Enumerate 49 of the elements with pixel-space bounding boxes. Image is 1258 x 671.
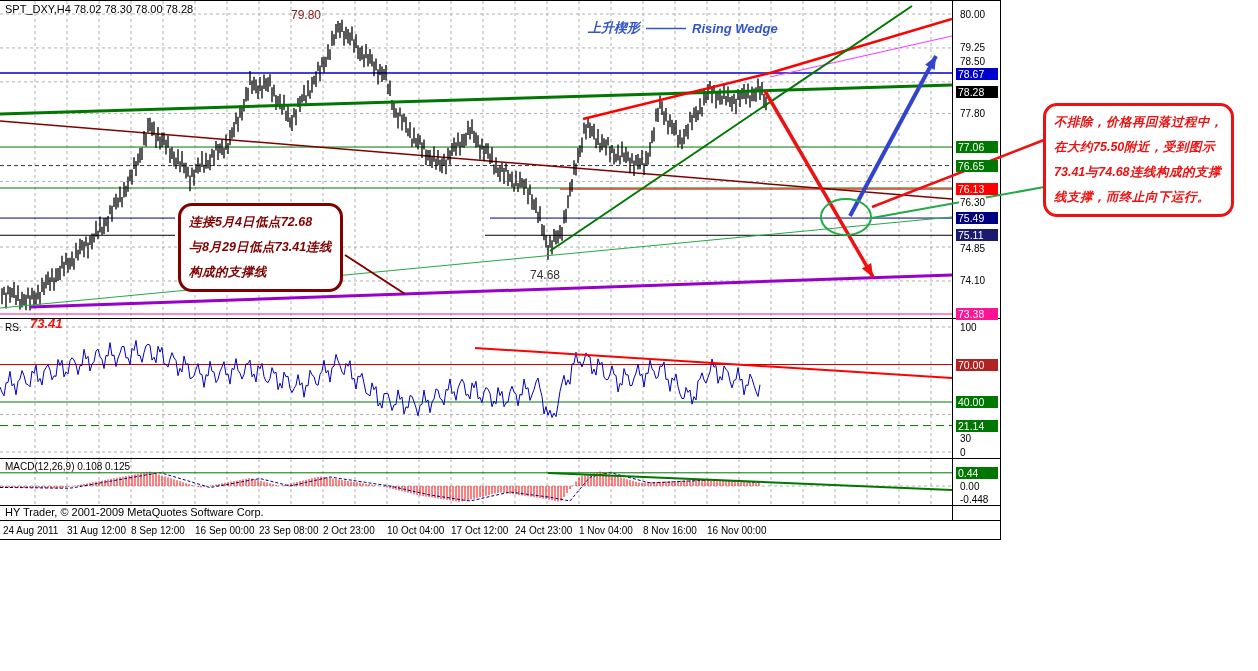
time-axis-label: 24 Oct 23:00 <box>515 524 574 536</box>
axis-tick-label: 80.00 <box>959 8 987 20</box>
axis-tick-label: 76.30 <box>959 196 987 208</box>
axis-tick-label: 78.50 <box>959 55 987 67</box>
time-axis-label: 16 Nov 00:00 <box>707 524 768 536</box>
price-tag: 70.00 <box>956 358 998 371</box>
time-axis-label: 23 Sep 08:00 <box>259 524 320 536</box>
time-axis-label: 31 Aug 12:00 <box>67 524 127 536</box>
chart-subtitle: Rising Wedge <box>692 20 778 36</box>
axis-tick-label: 30 <box>959 433 973 445</box>
time-axis-label: 2 Oct 23:00 <box>323 524 376 536</box>
indicator-label: RS. <box>5 322 22 333</box>
axis-tick-label: 79.25 <box>959 42 987 54</box>
price-tag: 0.44 <box>956 466 998 479</box>
price-tag: 75.11 <box>956 229 998 242</box>
price-tag: 76.13 <box>956 183 998 196</box>
low-price-label: 74.68 <box>530 268 561 282</box>
price-tag: 75.49 <box>956 212 998 225</box>
time-axis-label: 16 Sep 00:00 <box>195 524 256 536</box>
price-tag: 40.00 <box>956 396 998 408</box>
callout-text: 不排除，价格再回落过程中， 在大约75.50附近，受到图示 73.41与74.68连线构成的支撑 线支撑，而终止向下运行。 <box>1054 114 1223 206</box>
axis-tick-label: 74.10 <box>959 275 987 287</box>
copyright-text: HY Trader, © 2001-2009 MetaQuotes Software Corp. <box>5 506 264 518</box>
price-tag: 73.38 <box>956 307 998 320</box>
symbol-header: SPT_DXY,H4 78.02 78.30 78.00 78.28 <box>5 3 194 15</box>
price-tag: 21.14 <box>956 419 998 432</box>
axis-tick-label: -0.448 <box>959 493 990 505</box>
axis-tick-label: 0.00 <box>959 480 981 492</box>
time-axis-label: 10 Oct 04:00 <box>387 524 446 536</box>
time-axis-label: 8 Nov 16:00 <box>643 524 698 536</box>
price-tag: 76.65 <box>956 159 998 172</box>
low-price-label: 73.41 <box>30 316 63 331</box>
axis-tick-label: 100 <box>959 321 978 333</box>
axis-tick-label: 77.80 <box>959 108 987 120</box>
time-axis-label: 17 Oct 12:00 <box>451 524 510 536</box>
axis-tick-label: 74.85 <box>959 242 987 254</box>
highlight-ellipse <box>820 198 872 236</box>
high-price-label: 79.80 <box>291 8 322 22</box>
time-axis-label: 8 Sep 12:00 <box>131 524 186 536</box>
dash-line <box>646 26 686 30</box>
callout-text: 连接5月4日低点72.68 与8月29日低点73.41连线 构成的支撑线 <box>189 214 333 281</box>
price-tag: 78.67 <box>956 68 998 81</box>
axis-tick-label: 0 <box>959 446 967 458</box>
chart-title: 上升楔形 <box>588 19 640 37</box>
time-axis-label: 1 Nov 04:00 <box>579 524 634 536</box>
price-tag: 77.06 <box>956 141 998 154</box>
indicator-label: MACD(12,26,9) 0.108 0.125 <box>5 461 131 472</box>
time-axis-label: 24 Aug 2011 <box>3 524 60 536</box>
price-tag: 78.28 <box>956 85 998 98</box>
